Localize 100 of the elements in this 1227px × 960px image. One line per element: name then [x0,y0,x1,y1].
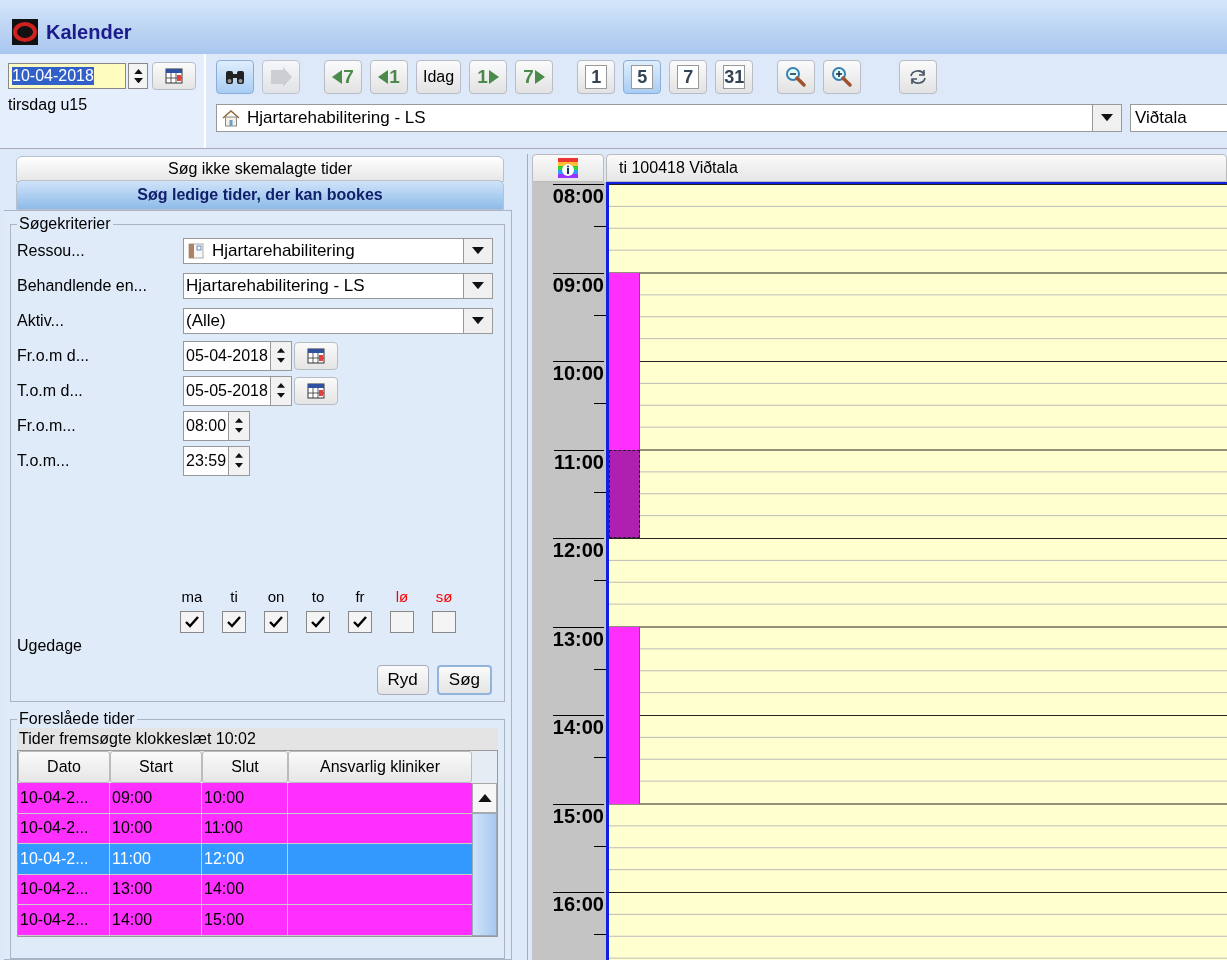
table-cell: 10-04-2... [18,844,110,874]
check-icon [269,616,283,628]
spin-up-icon [235,418,244,423]
type-field[interactable]: Viðtala [1130,104,1227,132]
table-cell: 10-04-2... [18,813,110,843]
table-row[interactable]: 10-04-2... 13:00 14:00 [18,874,472,905]
calendar-button[interactable] [293,376,338,405]
door-icon [188,242,204,259]
table-cell: 12:00 [202,844,288,874]
next-button[interactable]: 7 [515,60,554,94]
weekday-label: ti [230,588,238,605]
column-header[interactable]: Dato [18,751,110,783]
column-header[interactable]: Start [110,751,202,783]
hour-label: 11:00 [553,449,604,474]
tab[interactable]: Søg ledige tider, der kan bookes [16,180,504,210]
caret-down-icon [276,393,285,398]
refresh-button[interactable] [899,60,938,94]
spin-button[interactable] [128,63,148,89]
binoculars-icon [224,69,246,85]
time-field[interactable]: 08:00 [183,410,251,441]
today-button[interactable]: Idag [416,60,462,94]
hour-label: 10:00 [552,361,604,385]
weekday-label: to [311,588,325,605]
calendar-icon [165,68,183,84]
day-header[interactable]: ti 100418 Viðtala [606,154,1227,182]
field-label: Behandlende en... [17,276,148,295]
next-button[interactable]: 1 [469,60,508,94]
field-label: Fr.o.m d... [17,346,90,365]
search-button[interactable] [216,60,254,94]
dropdown[interactable]: Hjartarehabilitering - LS [183,272,493,299]
spin-up-icon [276,348,285,353]
window-title: Kalender [46,20,132,44]
table-row[interactable]: 10-04-2... 09:00 10:00 [18,783,472,814]
column-header[interactable]: Slut [202,751,288,783]
dropdown[interactable]: (Alle) [183,307,493,334]
previous-button[interactable]: 7 [324,60,362,94]
column-header[interactable]: Ansvarlig kliniker [288,751,472,783]
weekday-label: ma [181,588,203,605]
refresh-icon [908,68,929,86]
arrow-right-icon [488,70,499,84]
caret-down-icon [235,463,244,468]
checkbox[interactable] [180,611,204,633]
checkbox[interactable] [264,611,288,633]
table-cell: 09:00 [110,783,202,813]
table-cell: 10:00 [110,813,202,843]
check-icon [227,616,241,628]
caret-down-icon [472,316,484,325]
calendar-button[interactable] [293,341,338,370]
scrollbar[interactable] [472,783,497,936]
table-cell: 10-04-2... [18,783,110,813]
checkbox[interactable] [222,611,246,633]
table-caption: Tider fremsøgte klokkeslæt 10:02 [17,728,498,750]
tab[interactable]: Søg ikke skemalagte tider [16,156,504,182]
arrow-right-icon [269,67,293,87]
date-field[interactable]: 05-05-2018 [183,375,292,406]
checkbox[interactable] [390,611,414,633]
action-button[interactable]: Søg [436,665,492,695]
table-row[interactable]: 10-04-2... 14:00 15:00 [18,905,472,936]
hour-label: 08:00 [552,184,604,208]
app-logo-icon [12,19,38,45]
previous-button[interactable]: 1 [370,60,408,94]
hour-label: 13:00 [552,626,604,651]
caret-down-icon [235,428,244,433]
arrow-left-icon [332,70,343,84]
checkbox[interactable] [306,611,330,633]
location-dropdown[interactable]: Hjartarehabilitering - LS [216,104,1122,132]
view-button[interactable]: 1 [577,60,616,94]
check-icon [185,616,199,628]
caret-down-icon [1101,114,1113,122]
checkbox[interactable] [432,611,456,633]
check-icon [311,616,325,628]
table-cell: 13:00 [110,874,202,904]
time-field[interactable]: 23:59 [183,445,251,476]
table-cell: 15:00 [202,905,288,935]
dropdown[interactable]: Hjartarehabilitering [183,237,493,264]
weekday-label: fr [355,588,365,605]
date-field[interactable]: 10-04-2018 [8,63,126,89]
action-button[interactable]: Ryd [376,665,429,695]
weekday-label: sø [435,588,453,605]
weekday-label: tirsdag u15 [8,96,89,114]
hour-label: 12:00 [552,538,604,562]
view-button[interactable]: 7 [669,60,708,94]
zoom-in-button[interactable] [823,60,862,94]
calendar-button[interactable] [152,62,196,90]
zoom-out-button[interactable] [777,60,816,94]
table-row[interactable]: 10-04-2... 10:00 11:00 [18,813,472,844]
date-field[interactable]: 05-04-2018 [183,340,292,371]
view-button[interactable]: 31 [715,60,754,94]
field-label: Ugedage [17,637,83,656]
calendar-icon [306,382,325,399]
weekday-label: lø [395,588,409,605]
table-cell: 10:00 [202,783,288,813]
view-button[interactable]: 5 [623,60,662,94]
group-title: Foreslåede tider [18,710,136,728]
field-label: T.o.m d... [17,381,84,400]
spin-up-icon [235,453,244,458]
info-button[interactable] [532,154,604,182]
free-slot[interactable] [609,449,640,538]
spin-up-icon [276,383,285,388]
checkbox[interactable] [348,611,372,633]
